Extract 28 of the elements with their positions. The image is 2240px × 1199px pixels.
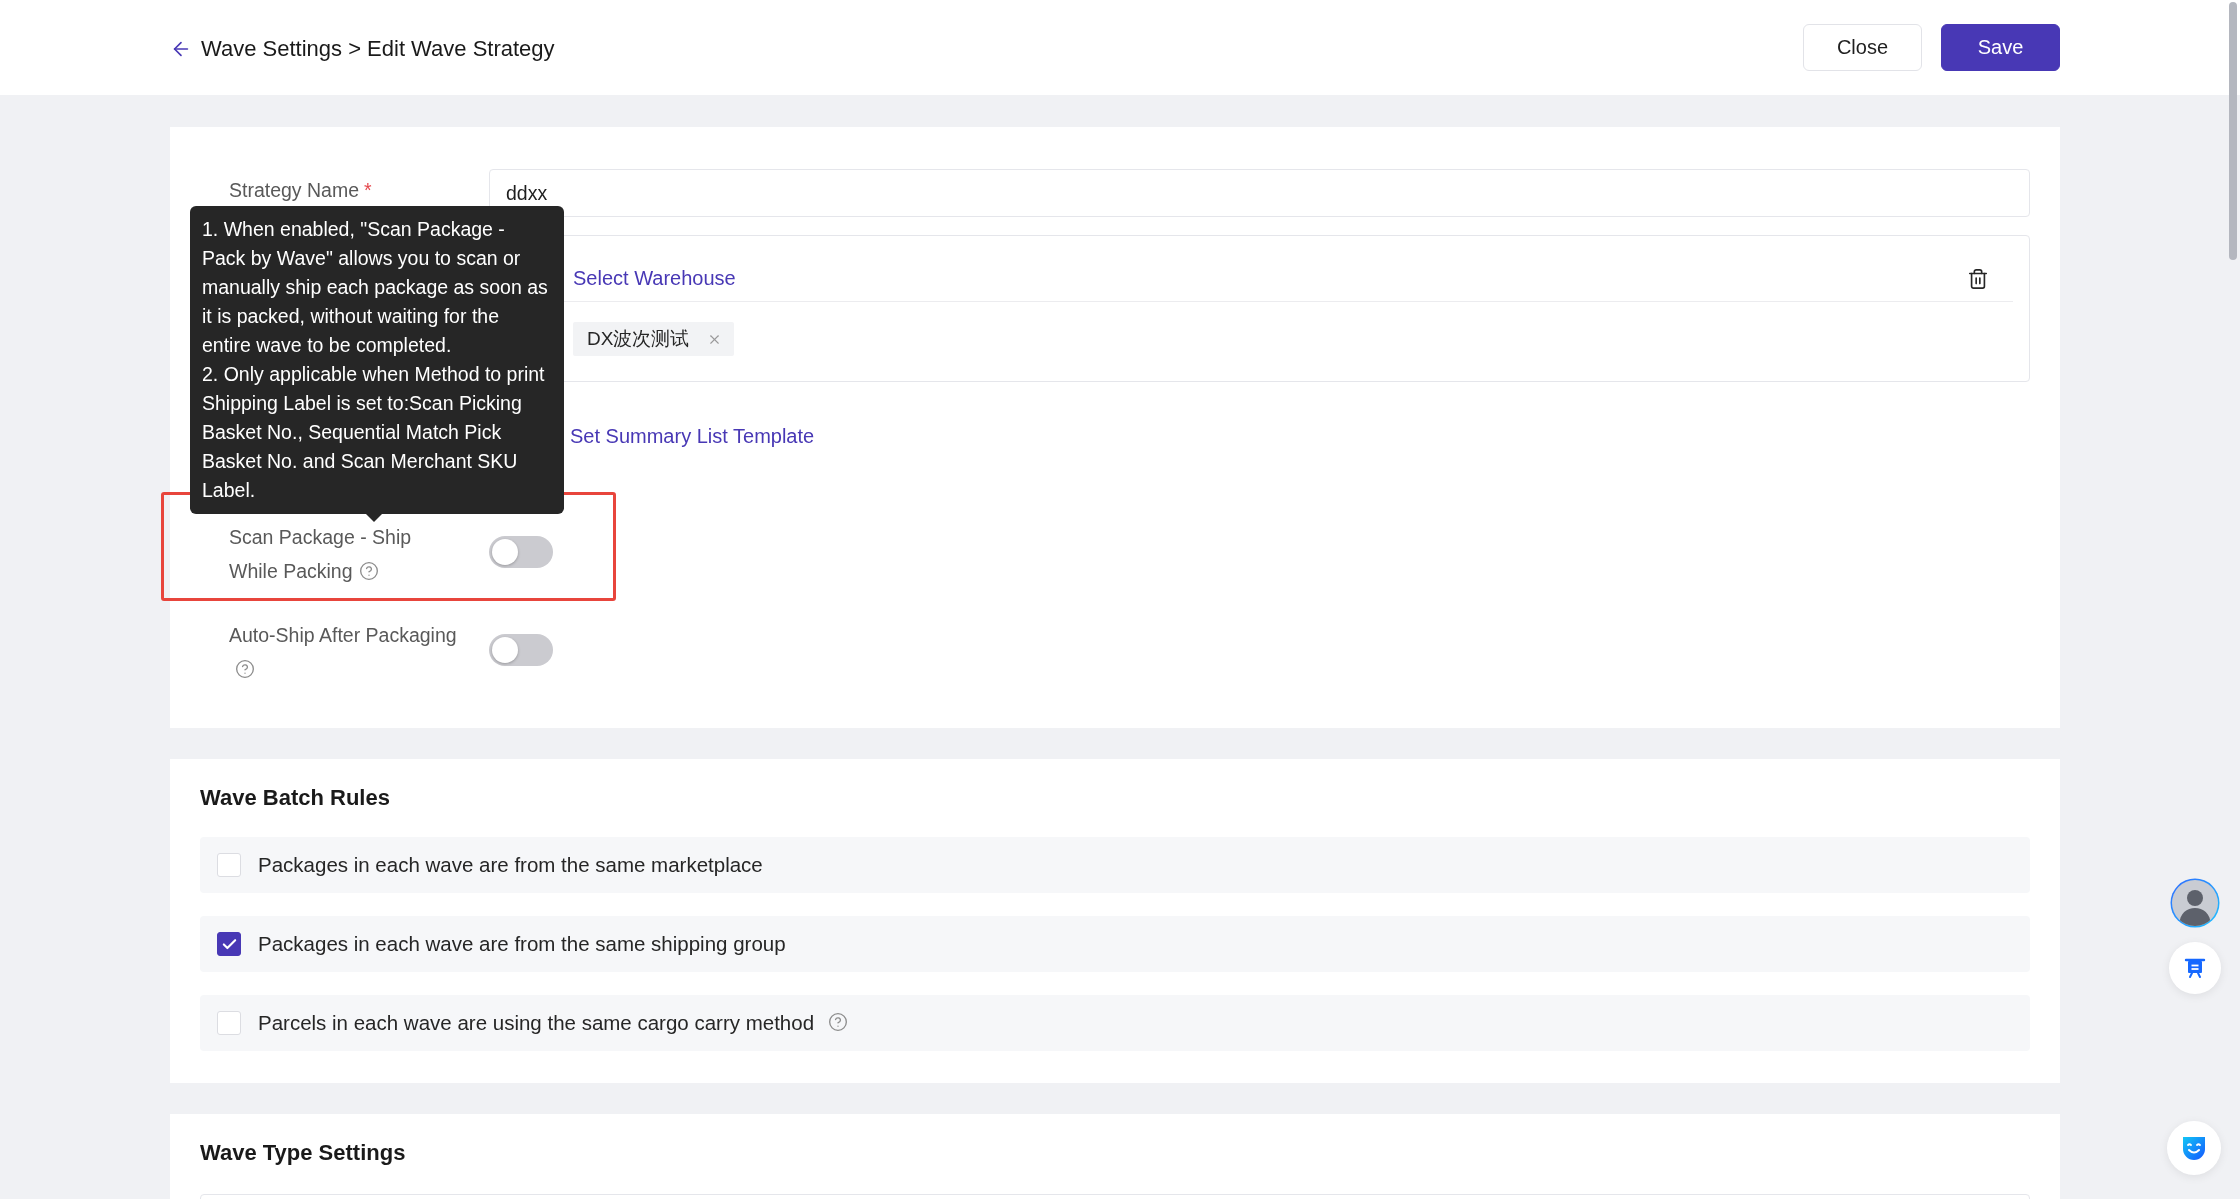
rule-label: Packages in each wave are from the same shipping group	[258, 932, 786, 956]
switch-label: Scan Package - Ship While Packing	[229, 525, 413, 584]
help-icon[interactable]	[235, 659, 255, 680]
tooltip-text: 2. Only applicable when Method to print Shipping Label is set to:Scan Picking Basket No., Sequential Match Pick Basket No. and Scan Merchant SKU Label.	[202, 362, 546, 503]
breadcrumb: Wave Settings > Edit Wave Strategy	[201, 35, 555, 62]
help-icon[interactable]	[358, 561, 379, 582]
rule-label: Packages in each wave are from the same marketplace	[258, 853, 763, 877]
help-icon[interactable]	[828, 1011, 849, 1032]
close-button[interactable]: Close	[1803, 24, 1922, 71]
summary-template-link[interactable]: Set Summary List Template	[570, 424, 815, 447]
section-title: Wave Batch Rules	[200, 784, 390, 812]
toggle-switch[interactable]	[489, 634, 553, 666]
scrollbar-thumb[interactable]	[2229, 2, 2237, 260]
strategy-name-input[interactable]: ddxx	[489, 169, 2030, 217]
tag-label: DX波次测试	[587, 327, 690, 351]
select-warehouse-link[interactable]: Select Warehouse	[573, 267, 736, 290]
checkbox[interactable]	[217, 932, 241, 956]
save-button[interactable]: Save	[1941, 24, 2060, 71]
field-label: Strategy Name *	[229, 179, 372, 201]
rule-label: Parcels in each wave are using the same cargo carry method	[258, 1011, 815, 1035]
section-title: Wave Type Settings	[200, 1139, 406, 1167]
tooltip-text: 1. When enabled, "Scan Package - Pack by Wave" allows you to scan or manually ship each package as soon as it is packed, without waiting for the entire wave to be completed.	[202, 217, 549, 358]
toggle-switch[interactable]	[489, 536, 553, 568]
switch-label: Auto-Ship After Packaging	[229, 618, 461, 686]
smile-icon[interactable]	[2181, 1135, 2207, 1161]
trash-icon[interactable]	[1967, 267, 1989, 290]
avatar-icon[interactable]	[2169, 877, 2221, 929]
board-icon[interactable]	[2183, 956, 2207, 980]
